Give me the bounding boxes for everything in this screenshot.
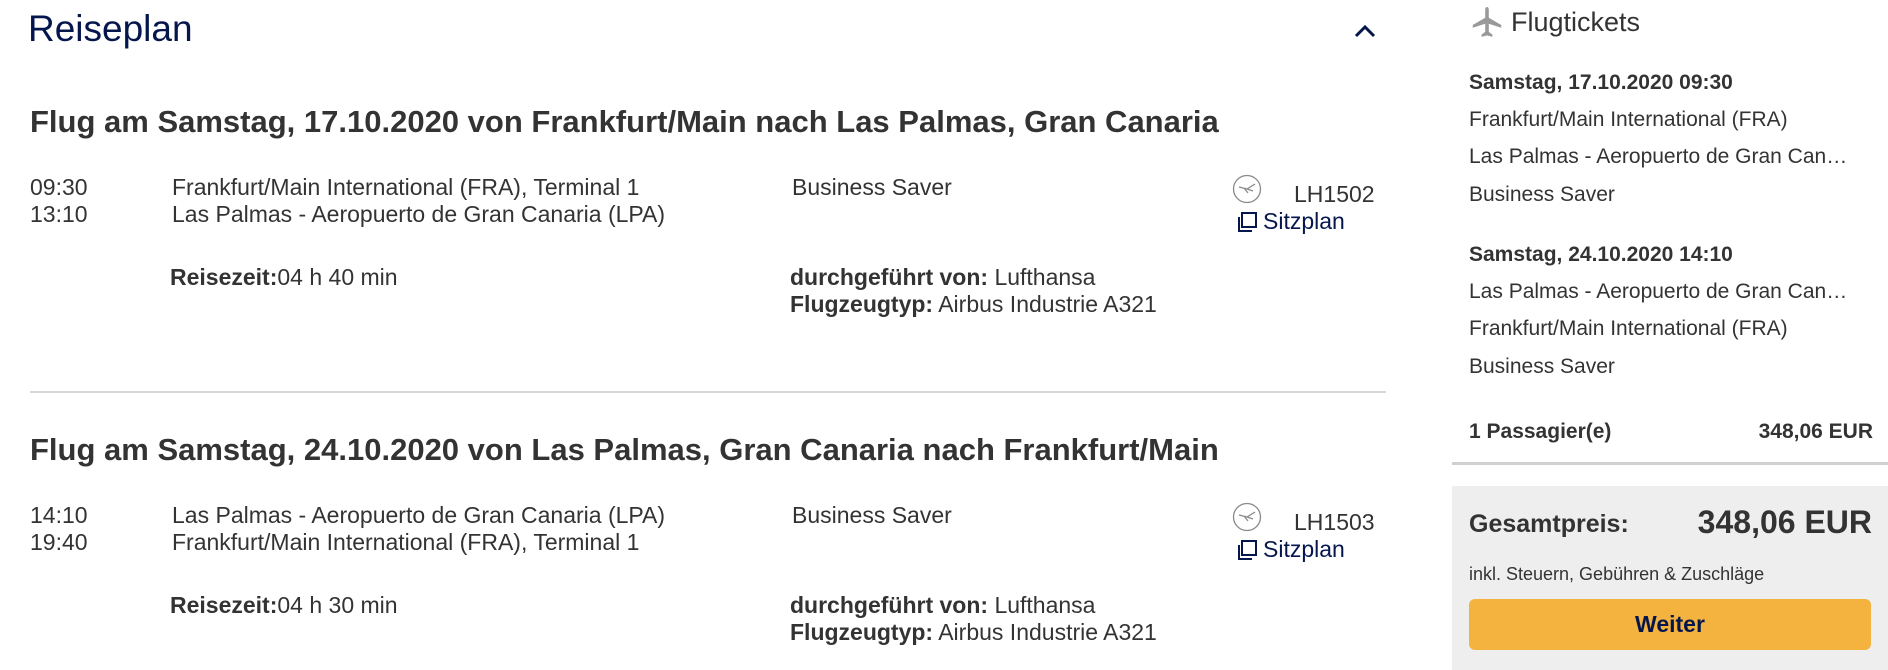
sidebar-divider: [1452, 462, 1888, 465]
travel-time: Reisezeit:04 h 40 min: [170, 264, 398, 291]
flight-number: LH1503: [1294, 509, 1375, 535]
fare-class: Business Saver: [792, 174, 952, 200]
operated-by: durchgeführt von: Lufthansa: [790, 592, 1095, 619]
seatmap-icon: [1238, 211, 1257, 232]
passenger-count: 1 Passagier(e): [1469, 420, 1612, 443]
arrival-time: 13:10: [30, 201, 88, 227]
travel-time-label: Reisezeit:: [170, 592, 278, 618]
operated-by-label: durchgeführt von:: [790, 592, 989, 618]
passenger-price-row: 1 Passagier(e) 348,06 EUR: [1469, 420, 1873, 444]
segment-fare: Business Saver: [1469, 183, 1615, 206]
arrival-airport: Las Palmas - Aeropuerto de Gran Canaria …: [172, 201, 666, 227]
segment-fare: Business Saver: [1469, 355, 1615, 378]
page-title: Reiseplan: [28, 8, 193, 49]
airplane-icon: [1472, 7, 1502, 37]
flight-heading: Flug am Samstag, 24.10.2020 von Las Palm…: [30, 432, 1219, 467]
seatmap-icon: [1238, 539, 1257, 560]
seatmap-label: Sitzplan: [1263, 208, 1345, 234]
aircraft-type: Flugzeugtyp: Airbus Industrie A321: [790, 291, 1157, 318]
aircraft-type-value: Airbus Industrie A321: [938, 619, 1157, 645]
arrival-airport: Frankfurt/Main International (FRA), Term…: [172, 529, 640, 555]
sidebar-title: Flugtickets: [1511, 6, 1641, 37]
travel-time-value: 04 h 40 min: [277, 264, 398, 290]
sidebar-header: Flugtickets: [1469, 4, 1640, 40]
departure-time: 14:10: [30, 502, 88, 528]
tax-note: inkl. Steuern, Gebühren & Zuschläge: [1469, 564, 1765, 584]
seatmap-link[interactable]: Sitzplan: [1236, 208, 1345, 235]
flight-divider: [30, 391, 1386, 393]
aircraft-type: Flugzeugtyp: Airbus Industrie A321: [790, 619, 1157, 646]
total-price-value: 348,06 EUR: [1697, 504, 1872, 540]
lufthansa-crane-icon: [1232, 174, 1262, 204]
itinerary-panel: Reiseplan Flug am Samstag, 17.10.2020 vo…: [0, 0, 1420, 670]
aircraft-type-value: Airbus Industrie A321: [938, 291, 1157, 317]
travel-time-label: Reisezeit:: [170, 264, 278, 290]
departure-airport: Frankfurt/Main International (FRA), Term…: [172, 174, 640, 200]
segment-destination: Las Palmas - Aeropuerto de Gran Can…: [1469, 145, 1848, 168]
collapse-button[interactable]: [1348, 14, 1382, 48]
travel-time-value: 04 h 30 min: [277, 592, 398, 618]
passenger-price: 348,06 EUR: [1758, 420, 1873, 443]
aircraft-type-label: Flugzeugtyp:: [790, 619, 934, 645]
segment-origin: Frankfurt/Main International (FRA): [1469, 108, 1788, 131]
seatmap-label: Sitzplan: [1263, 536, 1345, 562]
fare-class: Business Saver: [792, 502, 952, 528]
segment-date: Samstag, 17.10.2020 09:30: [1469, 71, 1733, 94]
ticket-summary-sidebar: Flugtickets Samstag, 17.10.2020 09:30 Fr…: [1452, 0, 1888, 670]
segment-date: Samstag, 24.10.2020 14:10: [1469, 243, 1733, 266]
flight-number: LH1502: [1294, 181, 1375, 207]
total-price-label: Gesamtpreis:: [1469, 510, 1629, 538]
aircraft-type-label: Flugzeugtyp:: [790, 291, 934, 317]
operated-by-value: Lufthansa: [994, 592, 1096, 618]
total-price-box: Gesamtpreis: 348,06 EUR inkl. Steuern, G…: [1452, 486, 1888, 670]
departure-time: 09:30: [30, 174, 88, 200]
travel-time: Reisezeit:04 h 30 min: [170, 592, 398, 619]
chevron-up-icon: [1354, 24, 1376, 38]
operated-by-label: durchgeführt von:: [790, 264, 989, 290]
continue-button[interactable]: Weiter: [1469, 599, 1871, 650]
segment-destination: Frankfurt/Main International (FRA): [1469, 317, 1788, 340]
segment-origin: Las Palmas - Aeropuerto de Gran Can…: [1469, 280, 1848, 303]
arrival-time: 19:40: [30, 529, 88, 555]
flight-heading: Flug am Samstag, 17.10.2020 von Frankfur…: [30, 104, 1219, 139]
operated-by-value: Lufthansa: [994, 264, 1096, 290]
departure-airport: Las Palmas - Aeropuerto de Gran Canaria …: [172, 502, 666, 528]
lufthansa-crane-icon: [1232, 502, 1262, 532]
seatmap-link[interactable]: Sitzplan: [1236, 536, 1345, 563]
operated-by: durchgeführt von: Lufthansa: [790, 264, 1095, 291]
